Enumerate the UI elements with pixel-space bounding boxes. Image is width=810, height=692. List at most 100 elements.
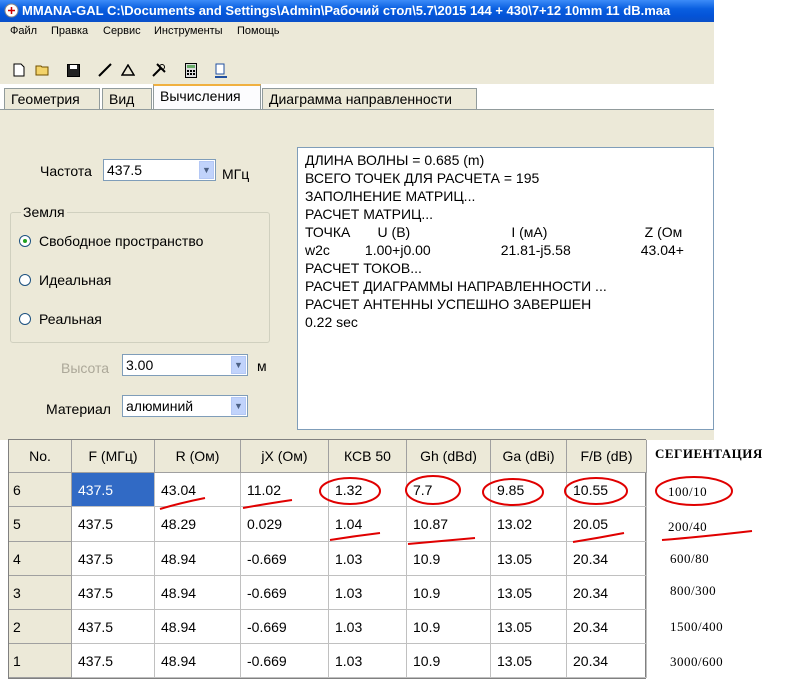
column-header-gh[interactable]: Gh (dBd) [407, 440, 491, 473]
menu-file[interactable]: Файл [10, 25, 37, 37]
chevron-down-icon[interactable]: ▼ [231, 397, 246, 415]
table-cell-jx[interactable]: -0.669 [241, 542, 329, 576]
triangle-tool-icon[interactable] [119, 62, 137, 78]
table-cell-no[interactable]: 6 [9, 473, 72, 507]
table-cell-freq[interactable]: 437.5 [72, 644, 155, 678]
frequency-combo[interactable]: 437.5 ▼ [103, 159, 216, 181]
desktop-area [714, 0, 810, 114]
menu-help[interactable]: Помощь [237, 25, 280, 37]
menu-service[interactable]: Сервис [103, 25, 141, 37]
table-cell-fb[interactable]: 20.34 [567, 644, 647, 678]
menu-edit[interactable]: Правка [51, 25, 88, 37]
table-cell-vswr[interactable]: 1.03 [329, 644, 407, 678]
tab-calculations[interactable]: Вычисления [153, 84, 261, 109]
material-combo[interactable]: алюминий ▼ [122, 395, 248, 417]
table-cell-gh[interactable]: 10.9 [407, 610, 491, 644]
column-header-ga[interactable]: Ga (dBi) [491, 440, 567, 473]
table-cell-fb[interactable]: 20.34 [567, 576, 647, 610]
column-header-vswr[interactable]: КСВ 50 [329, 440, 407, 473]
results-table[interactable]: No. F (МГц) R (Ом) jX (Ом) КСВ 50 Gh (dBd) Ga … [8, 439, 647, 679]
tab-radiation-pattern[interactable]: Диаграмма направленности [262, 88, 477, 109]
annotation-segment: 100/10 [668, 484, 708, 499]
table-cell-no[interactable]: 1 [9, 644, 72, 678]
table-cell-ga[interactable]: 13.05 [491, 576, 567, 610]
output-line: ДЛИНА ВОЛНЫ = 0.685 (m) [305, 152, 485, 168]
radio-ideal[interactable] [19, 274, 31, 286]
table-cell-jx[interactable]: -0.669 [241, 610, 329, 644]
window-titlebar[interactable]: MMANA-GAL C:\Documents and Settings\Admi… [0, 0, 714, 22]
chevron-down-icon[interactable]: ▼ [231, 356, 246, 374]
annotation-segment: 600/80 [670, 551, 710, 566]
radio-real-label[interactable]: Реальная [39, 311, 102, 327]
wire-table-icon[interactable] [212, 62, 230, 78]
table-cell-ga[interactable]: 13.05 [491, 542, 567, 576]
table-cell-r[interactable]: 43.04 [155, 473, 241, 507]
table-cell-vswr[interactable]: 1.03 [329, 542, 407, 576]
menu-tools[interactable]: Инструменты [154, 25, 223, 37]
table-cell-vswr[interactable]: 1.04 [329, 507, 407, 542]
table-cell-vswr[interactable]: 1.03 [329, 610, 407, 644]
calculation-output[interactable]: ДЛИНА ВОЛНЫ = 0.685 (m) ВСЕГО ТОЧЕК ДЛЯ … [297, 147, 714, 430]
output-line: РАСЧЕТ ДИАГРАММЫ НАПРАВЛЕННОСТИ ... [305, 278, 607, 294]
radio-free-space-label[interactable]: Свободное пространство [39, 233, 203, 249]
table-cell-ga[interactable]: 13.05 [491, 644, 567, 678]
table-cell-ga[interactable]: 13.05 [491, 610, 567, 644]
table-cell-vswr[interactable]: 1.32 [329, 473, 407, 507]
calculator-icon[interactable] [182, 62, 200, 78]
annotation-heading: СЕГИЕНТАЦИЯ [655, 446, 763, 461]
table-cell-gh[interactable]: 10.9 [407, 542, 491, 576]
menu-bar: Файл Правка Сервис Инструменты Помощь [0, 22, 714, 41]
table-cell-jx[interactable]: 11.02 [241, 473, 329, 507]
material-label: Материал [46, 401, 111, 417]
table-cell-r[interactable]: 48.94 [155, 576, 241, 610]
tab-geometry[interactable]: Геометрия [4, 88, 100, 109]
save-disk-icon[interactable] [64, 62, 82, 78]
table-cell-fb[interactable]: 20.05 [567, 507, 647, 542]
tools-icon[interactable] [150, 62, 168, 78]
table-cell-freq[interactable]: 437.5 [72, 473, 155, 507]
table-cell-fb[interactable]: 20.34 [567, 610, 647, 644]
annotation-segment: 800/300 [670, 583, 717, 598]
column-header-r[interactable]: R (Ом) [155, 440, 241, 473]
annotation-segment: 1500/400 [670, 619, 724, 634]
table-cell-r[interactable]: 48.29 [155, 507, 241, 542]
radio-real[interactable] [19, 313, 31, 325]
new-file-icon[interactable] [10, 62, 28, 78]
column-header-fb[interactable]: F/B (dB) [567, 440, 647, 473]
table-cell-r[interactable]: 48.94 [155, 610, 241, 644]
height-combo[interactable]: 3.00 ▼ [122, 354, 248, 376]
open-folder-icon[interactable] [34, 62, 52, 78]
table-cell-gh[interactable]: 10.87 [407, 507, 491, 542]
table-cell-freq[interactable]: 437.5 [72, 576, 155, 610]
column-header-no[interactable]: No. [9, 440, 72, 473]
table-cell-freq[interactable]: 437.5 [72, 542, 155, 576]
table-cell-gh[interactable]: 10.9 [407, 644, 491, 678]
table-cell-freq[interactable]: 437.5 [72, 610, 155, 644]
table-cell-r[interactable]: 48.94 [155, 644, 241, 678]
column-header-jx[interactable]: jX (Ом) [241, 440, 329, 473]
table-cell-ga[interactable]: 9.85 [491, 473, 567, 507]
table-cell-fb[interactable]: 10.55 [567, 473, 647, 507]
table-cell-gh[interactable]: 7.7 [407, 473, 491, 507]
table-cell-no[interactable]: 5 [9, 507, 72, 542]
table-cell-freq[interactable]: 437.5 [72, 507, 155, 542]
chevron-down-icon[interactable]: ▼ [199, 161, 214, 179]
frequency-value: 437.5 [107, 162, 143, 178]
table-cell-fb[interactable]: 20.34 [567, 542, 647, 576]
table-cell-gh[interactable]: 10.9 [407, 576, 491, 610]
table-cell-no[interactable]: 4 [9, 542, 72, 576]
table-cell-jx[interactable]: 0.029 [241, 507, 329, 542]
output-line: ВСЕГО ТОЧЕК ДЛЯ РАСЧЕТА = 195 [305, 170, 540, 186]
radio-free-space[interactable] [19, 235, 31, 247]
table-cell-vswr[interactable]: 1.03 [329, 576, 407, 610]
table-cell-jx[interactable]: -0.669 [241, 644, 329, 678]
tab-view[interactable]: Вид [102, 88, 152, 109]
table-cell-r[interactable]: 48.94 [155, 542, 241, 576]
line-tool-icon[interactable] [96, 62, 114, 78]
column-header-freq[interactable]: F (МГц) [72, 440, 155, 473]
table-cell-no[interactable]: 3 [9, 576, 72, 610]
table-cell-ga[interactable]: 13.02 [491, 507, 567, 542]
radio-ideal-label[interactable]: Идеальная [39, 272, 111, 288]
table-cell-jx[interactable]: -0.669 [241, 576, 329, 610]
table-cell-no[interactable]: 2 [9, 610, 72, 644]
